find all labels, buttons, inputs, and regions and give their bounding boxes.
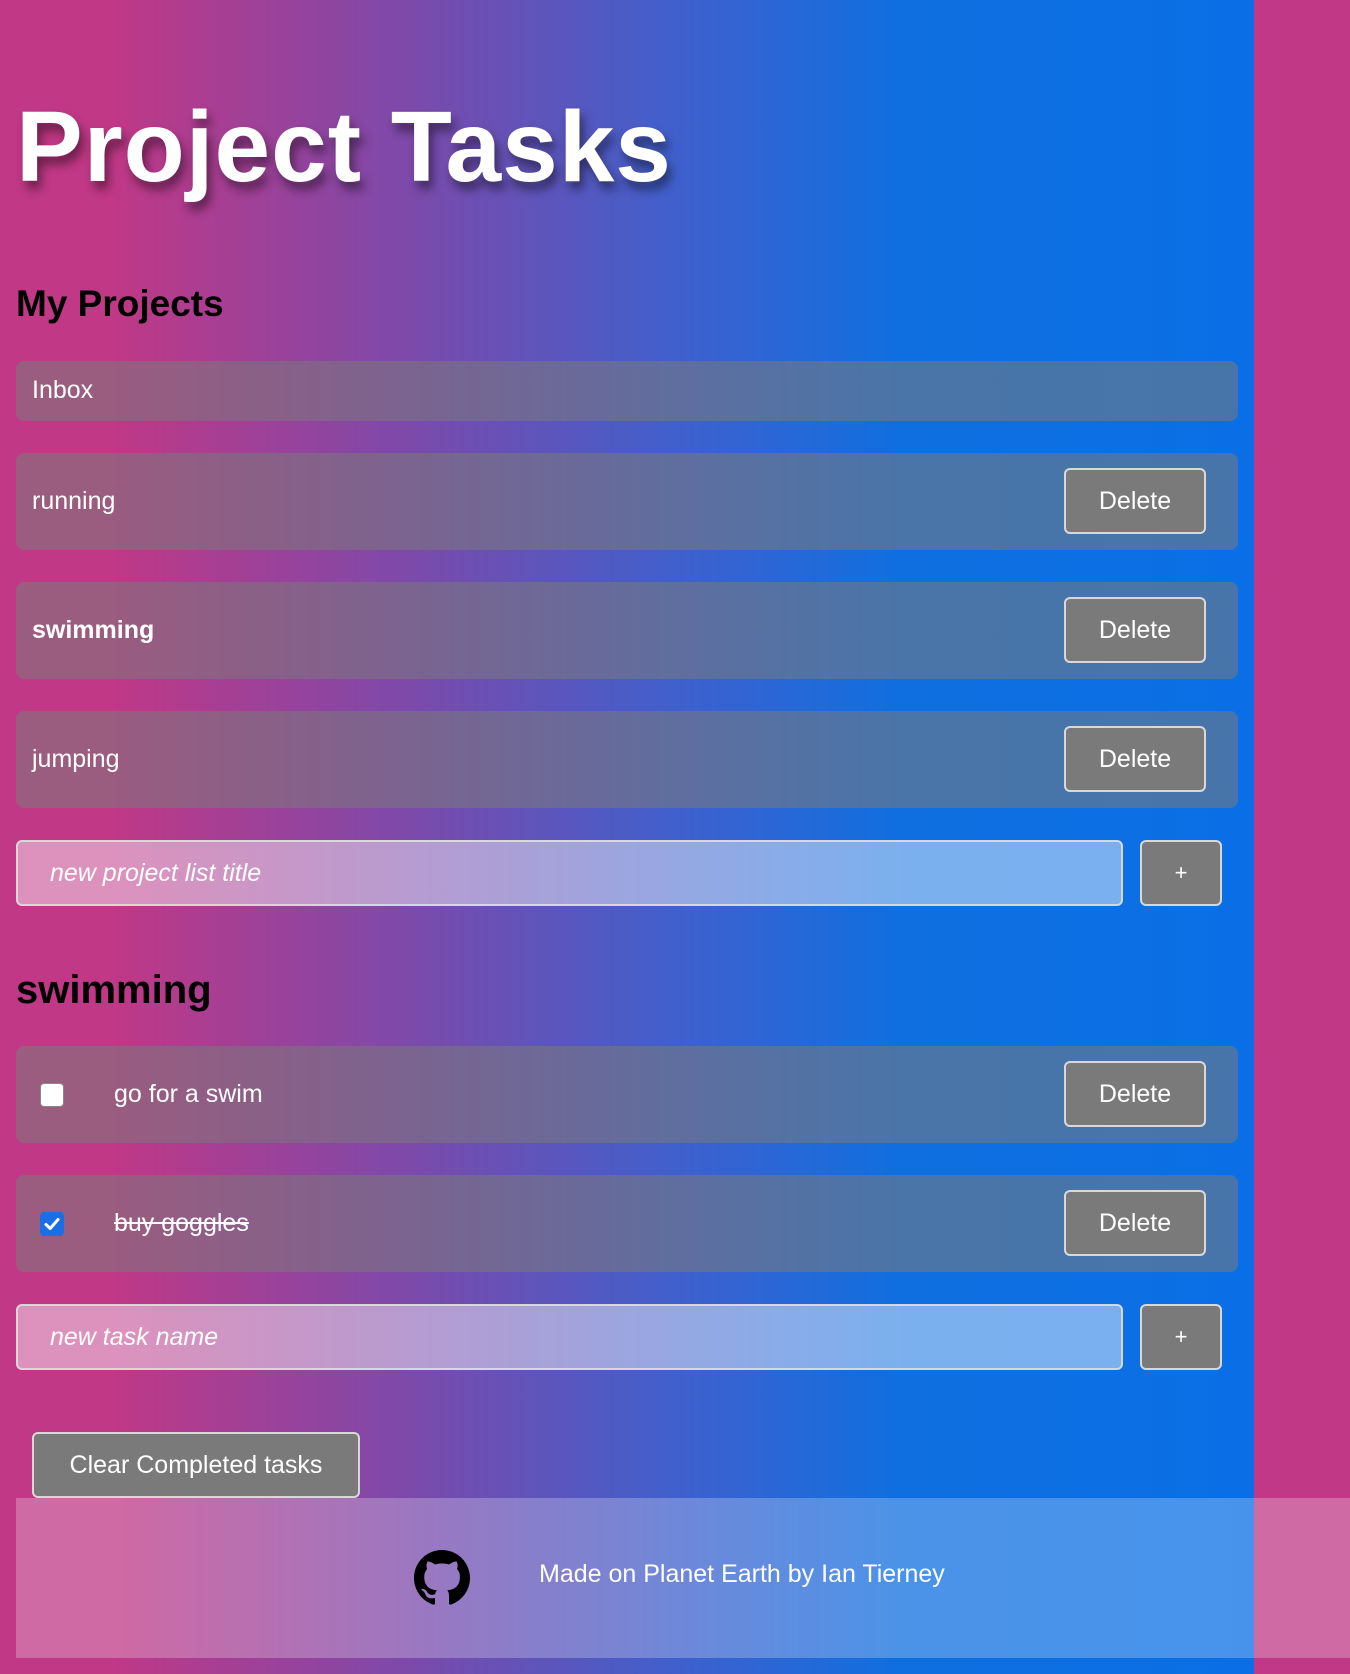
footer: Made on Planet Earth by Ian Tierney — [16, 1498, 1350, 1658]
checkmark-icon — [44, 1218, 60, 1230]
delete-task-button[interactable]: Delete — [1064, 1190, 1206, 1256]
project-item-label: running — [32, 487, 116, 515]
delete-project-button[interactable]: Delete — [1064, 597, 1206, 663]
task-checkbox[interactable] — [40, 1212, 64, 1236]
page-title: Project Tasks — [16, 91, 672, 203]
task-checkbox[interactable] — [40, 1083, 64, 1107]
project-item-label: swimming — [32, 616, 155, 644]
new-project-input[interactable] — [16, 840, 1123, 906]
delete-project-button[interactable]: Delete — [1064, 468, 1206, 534]
task-item: buy goggles Delete — [16, 1175, 1238, 1272]
github-icon[interactable] — [414, 1550, 470, 1606]
add-task-button[interactable]: + — [1140, 1304, 1222, 1370]
project-item-running[interactable]: running Delete — [16, 453, 1238, 550]
footer-credit: Made on Planet Earth by Ian Tierney — [539, 1560, 945, 1588]
project-item-inbox[interactable]: Inbox — [16, 361, 1238, 421]
tasks-heading: swimming — [16, 968, 212, 1012]
add-project-button[interactable]: + — [1140, 840, 1222, 906]
project-item-label: Inbox — [32, 376, 94, 404]
task-item: go for a swim Delete — [16, 1046, 1238, 1143]
new-task-input[interactable] — [16, 1304, 1123, 1370]
task-label: buy goggles — [114, 1209, 249, 1237]
task-label: go for a swim — [114, 1080, 263, 1108]
app-container: Project Tasks My Projects Inbox running … — [0, 0, 1254, 1674]
clear-completed-button[interactable]: Clear Completed tasks — [32, 1432, 360, 1498]
project-item-swimming[interactable]: swimming Delete — [16, 582, 1238, 679]
projects-heading: My Projects — [16, 283, 224, 324]
project-item-jumping[interactable]: jumping Delete — [16, 711, 1238, 808]
delete-task-button[interactable]: Delete — [1064, 1061, 1206, 1127]
delete-project-button[interactable]: Delete — [1064, 726, 1206, 792]
project-item-label: jumping — [32, 745, 120, 773]
